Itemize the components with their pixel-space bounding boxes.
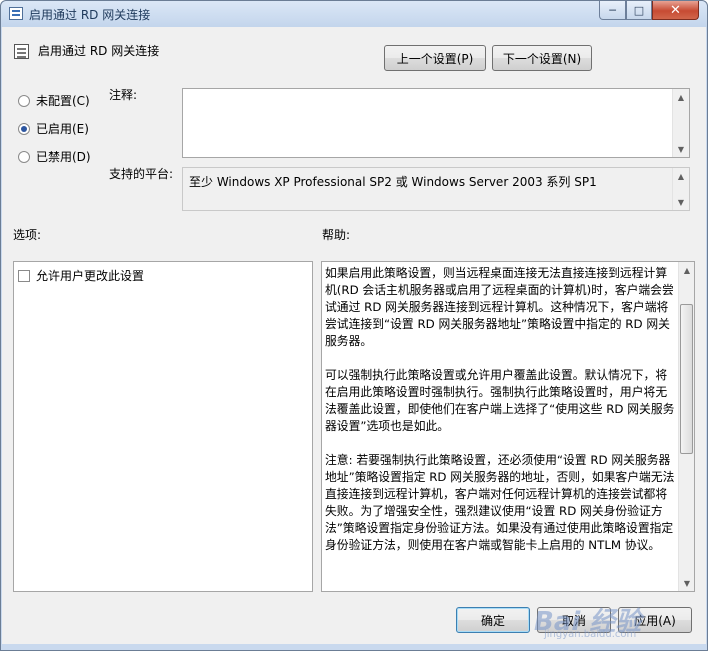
radio-not-configured-label: 未配置(C) — [36, 94, 90, 108]
help-paragraph: 可以强制执行此策略设置或允许用户覆盖此设置。默认情况下，将在启用此策略设置时强制… — [325, 368, 675, 433]
maximize-button[interactable]: □ — [626, 1, 652, 20]
options-panel: 允许用户更改此设置 — [13, 261, 313, 592]
cancel-button[interactable]: 取消 — [537, 607, 611, 633]
minimize-icon: ─ — [609, 3, 616, 17]
radio-not-configured[interactable]: 未配置(C) — [18, 92, 90, 109]
policy-window-icon — [9, 7, 23, 20]
policy-title: 启用通过 RD 网关连接 — [38, 44, 160, 58]
allow-user-change-label: 允许用户更改此设置 — [36, 269, 145, 283]
previous-setting-button[interactable]: 上一个设置(P) — [384, 45, 486, 71]
close-icon: ✕ — [670, 2, 681, 18]
scroll-up-icon[interactable]: ▲ — [673, 89, 689, 105]
apply-button[interactable]: 应用(A) — [618, 607, 692, 633]
scroll-down-icon[interactable]: ▼ — [673, 141, 689, 157]
platform-scrollbar[interactable]: ▲ ▼ — [672, 168, 689, 210]
maximize-icon: □ — [633, 3, 645, 17]
allow-user-change-option[interactable]: 允许用户更改此设置 — [18, 267, 144, 284]
help-paragraph: 如果启用此策略设置，则当远程桌面连接无法直接连接到远程计算机(RD 会话主机服务… — [325, 266, 674, 348]
comment-value — [183, 89, 689, 95]
scroll-down-icon[interactable]: ▼ — [679, 575, 694, 591]
help-text: 如果启用此策略设置，则当远程桌面连接无法直接连接到远程计算机(RD 会话主机服务… — [322, 262, 679, 571]
dialog-window: 启用通过 RD 网关连接 ─ □ ✕ 启用通过 RD 网关连接 上一个设置(P)… — [0, 0, 708, 651]
dialog-client-area: 启用通过 RD 网关连接 上一个设置(P) 下一个设置(N) 未配置(C) 已启… — [2, 27, 706, 644]
help-paragraph: 注意: 若要强制执行此策略设置，还必须使用“设置 RD 网关服务器地址”策略设置… — [325, 453, 675, 552]
allow-user-change-checkbox[interactable] — [18, 269, 30, 282]
policy-setting-icon — [14, 44, 29, 59]
next-setting-button[interactable]: 下一个设置(N) — [492, 45, 592, 71]
platform-value: 至少 Windows XP Professional SP2 或 Windows… — [189, 175, 597, 189]
comment-textarea[interactable]: ▲ ▼ — [182, 88, 690, 158]
radio-enabled[interactable]: 已启用(E) — [18, 120, 89, 137]
scroll-up-icon[interactable]: ▲ — [673, 168, 689, 184]
comment-scrollbar[interactable]: ▲ ▼ — [672, 89, 689, 157]
options-label: 选项: — [13, 228, 42, 242]
help-scroll-thumb[interactable] — [680, 304, 693, 454]
comment-label: 注释: — [109, 88, 138, 102]
radio-not-configured-control[interactable] — [18, 94, 30, 107]
minimize-button[interactable]: ─ — [599, 1, 626, 20]
radio-enabled-label: 已启用(E) — [36, 122, 89, 136]
close-button[interactable]: ✕ — [652, 1, 699, 20]
radio-disabled-label: 已禁用(D) — [36, 150, 91, 164]
help-panel: 如果启用此策略设置，则当远程桌面连接无法直接连接到远程计算机(RD 会话主机服务… — [321, 261, 695, 592]
help-label: 帮助: — [322, 228, 351, 242]
scroll-down-icon[interactable]: ▼ — [673, 194, 689, 210]
platform-readonly-box: 至少 Windows XP Professional SP2 或 Windows… — [182, 167, 690, 211]
platform-label: 支持的平台: — [109, 167, 174, 181]
scroll-up-icon[interactable]: ▲ — [679, 262, 694, 278]
ok-button[interactable]: 确定 — [456, 607, 530, 633]
radio-enabled-control[interactable] — [18, 122, 30, 135]
window-title: 启用通过 RD 网关连接 — [29, 8, 151, 22]
radio-disabled-control[interactable] — [18, 150, 30, 163]
radio-disabled[interactable]: 已禁用(D) — [18, 148, 91, 165]
help-scrollbar[interactable]: ▲ ▼ — [678, 262, 694, 591]
